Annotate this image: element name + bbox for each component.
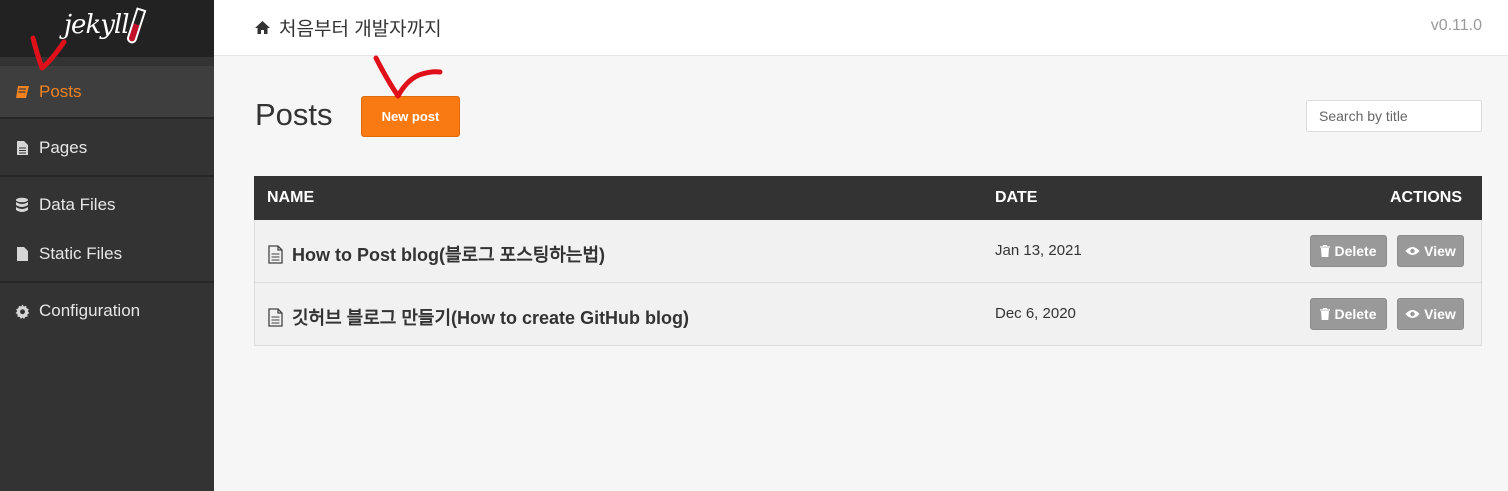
- sidebar-item-label: Static Files: [39, 244, 123, 263]
- trash-icon: [1320, 245, 1331, 257]
- view-button[interactable]: View: [1397, 298, 1464, 330]
- trash-icon: [1320, 308, 1331, 320]
- post-title: How to Post blog(블로그 포스팅하는법): [292, 245, 606, 265]
- eye-icon: [1405, 246, 1420, 256]
- column-header-name: NAME: [267, 189, 315, 206]
- document-icon: [267, 307, 284, 327]
- post-date: Jan 13, 2021: [995, 242, 1082, 259]
- posts-table: NAME DATE ACTIONS How to Post blog(블로그 포…: [254, 176, 1482, 346]
- new-post-button[interactable]: New post: [361, 96, 460, 137]
- delete-button[interactable]: Delete: [1310, 235, 1387, 267]
- sidebar-item-label: Pages: [39, 138, 88, 157]
- sidebar: jekyll Posts Pages Data Files Static Fil…: [0, 0, 214, 491]
- delete-label: Delete: [1334, 306, 1377, 322]
- sidebar-item-static-files[interactable]: Static Files: [0, 228, 214, 280]
- column-header-date: DATE: [995, 189, 1038, 206]
- post-date: Dec 6, 2020: [995, 305, 1076, 322]
- search-input[interactable]: [1306, 100, 1482, 132]
- view-label: View: [1424, 306, 1456, 322]
- sidebar-divider: [0, 117, 214, 119]
- sidebar-divider: [0, 175, 214, 177]
- sidebar-item-pages[interactable]: Pages: [0, 122, 214, 174]
- sidebar-item-label: Configuration: [39, 301, 141, 320]
- sidebar-item-data-files[interactable]: Data Files: [0, 179, 214, 231]
- sidebar-item-posts[interactable]: Posts: [0, 66, 214, 118]
- post-title: 깃허브 블로그 만들기(How to create GitHub blog): [292, 308, 690, 328]
- table-row: 깃허브 블로그 만들기(How to create GitHub blog) D…: [254, 283, 1482, 346]
- gear-icon: [14, 303, 30, 319]
- book-icon: [14, 84, 30, 100]
- sidebar-divider: [0, 281, 214, 283]
- logo-text: jekyll: [64, 10, 130, 40]
- post-title-link[interactable]: How to Post blog(블로그 포스팅하는법): [267, 241, 605, 267]
- home-icon: [254, 20, 271, 35]
- file-icon: [14, 140, 30, 156]
- delete-label: Delete: [1334, 243, 1377, 259]
- database-icon: [14, 197, 30, 213]
- view-label: View: [1424, 243, 1456, 259]
- view-button[interactable]: View: [1397, 235, 1464, 267]
- sidebar-item-label: Data Files: [39, 195, 116, 214]
- delete-button[interactable]: Delete: [1310, 298, 1387, 330]
- post-title-link[interactable]: 깃허브 블로그 만들기(How to create GitHub blog): [267, 304, 689, 330]
- version-label: v0.11.0: [1430, 17, 1482, 34]
- page-title: Posts: [255, 97, 333, 132]
- logo[interactable]: jekyll: [0, 0, 214, 57]
- table-row: How to Post blog(블로그 포스팅하는법) Jan 13, 202…: [254, 220, 1482, 283]
- eye-icon: [1405, 309, 1420, 319]
- sidebar-item-label: Posts: [39, 82, 82, 101]
- site-title: 처음부터 개발자까지: [279, 19, 442, 40]
- sidebar-item-configuration[interactable]: Configuration: [0, 285, 214, 337]
- file-icon: [14, 246, 30, 262]
- breadcrumb[interactable]: 처음부터 개발자까지: [254, 14, 442, 41]
- header: 처음부터 개발자까지 v0.11.0: [214, 0, 1508, 56]
- table-header: NAME DATE ACTIONS: [254, 176, 1482, 220]
- column-header-actions: ACTIONS: [1390, 189, 1462, 206]
- document-icon: [267, 244, 284, 264]
